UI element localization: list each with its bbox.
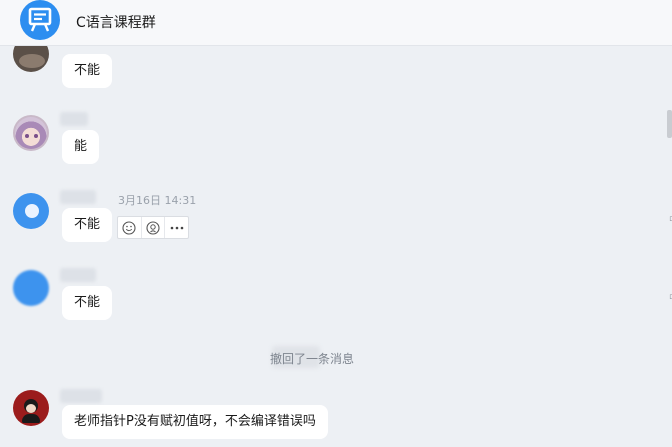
avatar[interactable] [13,270,49,306]
message-bubble[interactable]: 老师指针P没有赋初值呀，不会编译错误吗 [62,405,328,439]
avatar[interactable] [13,193,49,229]
board-icon [28,7,52,32]
chat-header: C语言课程群 [0,0,672,46]
more-icon [170,226,183,229]
message-bubble[interactable]: 不能 [62,286,113,320]
message-timestamp: 3月16日 14:31 [118,194,197,207]
more-button[interactable] [165,217,188,238]
sender-name-blurred [60,268,96,282]
reaction-button[interactable] [118,217,142,238]
message-bubble[interactable]: 能 [62,130,100,164]
smile-icon [122,220,136,235]
sender-name-blurred [60,190,96,204]
scrollbar-thumb[interactable] [667,110,672,138]
sender-name-blurred [60,389,102,403]
avatar[interactable] [13,390,49,426]
emoji-button[interactable] [142,217,166,238]
sender-name-blurred [60,112,88,126]
message-action-bar [117,216,189,239]
message-bubble[interactable]: 不能 [62,208,113,242]
group-name[interactable]: C语言课程群 [76,12,156,32]
avatar[interactable] [13,115,49,151]
message-bubble[interactable]: 不能 [62,54,113,88]
group-avatar[interactable] [20,0,60,40]
recall-notice: 撤回了一条消息 [270,352,355,366]
emoji-icon [146,220,160,235]
